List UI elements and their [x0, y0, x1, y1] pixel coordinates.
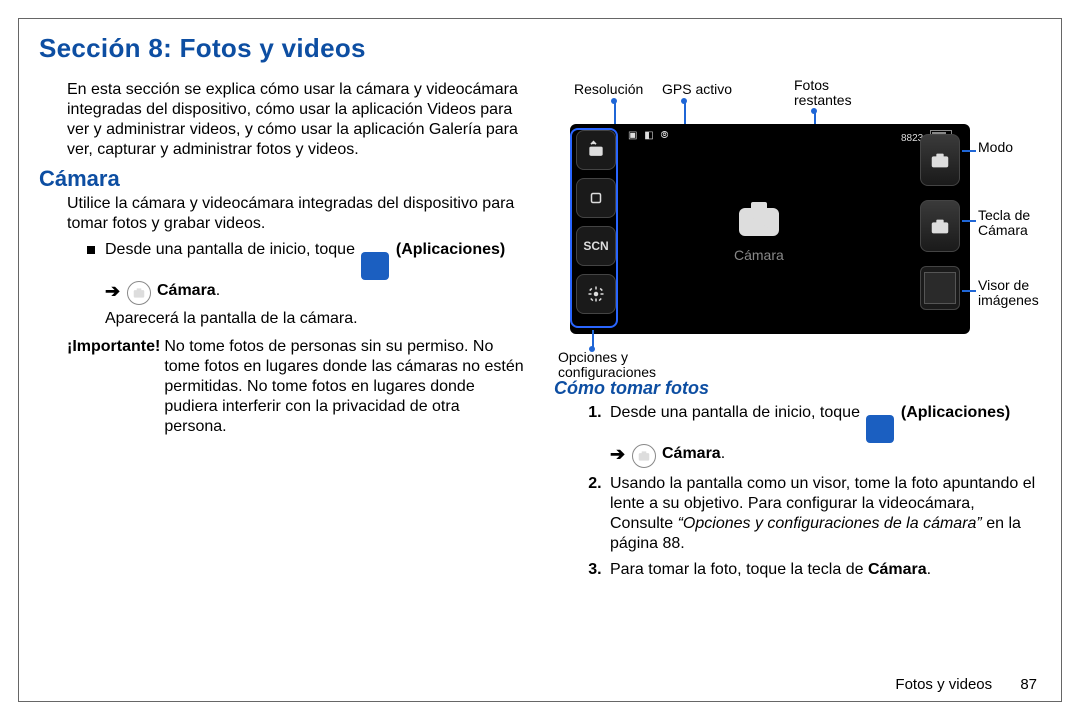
mode-button[interactable]	[920, 134, 960, 186]
leader-tecla	[962, 220, 976, 222]
label-visor: Visor de imágenes	[978, 278, 1048, 309]
leader-dot	[681, 98, 687, 104]
center-camera-icon: Cámara	[734, 198, 784, 263]
leader-dot	[811, 108, 817, 114]
step1-prefix: Desde una pantalla de inicio, toque	[610, 404, 864, 421]
important-block: ¡Importante! No tome fotos de personas s…	[67, 337, 526, 437]
step2-ref: “Opciones y configuraciones de la cámara…	[678, 515, 982, 532]
camera-chip-icon	[632, 444, 656, 468]
important-label: ¡Importante!	[67, 337, 160, 437]
camera-step-text: Desde una pantalla de inicio, toque (Apl…	[105, 240, 505, 329]
label-resolucion: Resolución	[574, 82, 643, 97]
step-3: Para tomar la foto, toque la tecla de Cá…	[606, 560, 1041, 580]
shutter-button[interactable]	[920, 200, 960, 252]
steps-list: Desde una pantalla de inicio, toque (Apl…	[582, 403, 1041, 580]
leader-modo	[962, 150, 976, 152]
step-2: Usando la pantalla como un visor, tome l…	[606, 474, 1041, 554]
gallery-thumbnail-button[interactable]	[920, 266, 960, 310]
apps-icon	[866, 415, 894, 443]
intro-paragraph: En esta sección se explica cómo usar la …	[67, 80, 526, 160]
period: .	[216, 282, 220, 299]
step1-apps: (Aplicaciones)	[901, 404, 1010, 421]
right-column: Resolución GPS activo Fotos restantes ▣ …	[554, 78, 1041, 586]
camera-heading: Cámara	[39, 166, 526, 192]
footer-page-number: 87	[1020, 676, 1037, 693]
label-tecla-camara: Tecla de Cámara	[978, 208, 1042, 239]
label-gps: GPS activo	[662, 82, 732, 97]
period: .	[927, 561, 931, 578]
two-column-layout: En esta sección se explica cómo usar la …	[39, 78, 1041, 586]
step3-b: Cámara	[868, 561, 927, 578]
footer-section: Fotos y videos	[895, 676, 992, 693]
label-modo: Modo	[978, 140, 1013, 155]
step-1: Desde una pantalla de inicio, toque (Apl…	[606, 403, 1041, 468]
important-body: No tome fotos de personas sin su permiso…	[164, 337, 526, 437]
bullet-icon	[87, 246, 95, 254]
apps-label: (Aplicaciones)	[396, 241, 505, 258]
left-column-highlight	[570, 128, 618, 328]
top-indicators: ▣ ◧ ⦾	[628, 130, 670, 141]
label-fotos-restantes: Fotos restantes	[794, 78, 864, 109]
camera-lead: Utilice la cámara y videocámara integrad…	[67, 194, 526, 234]
left-column: En esta sección se explica cómo usar la …	[39, 78, 526, 586]
leader-dot	[611, 98, 617, 104]
step1-cam: Cámara	[662, 445, 721, 462]
leader-visor	[962, 290, 976, 292]
camera-label: Cámara	[157, 282, 216, 299]
camera-chip-icon	[127, 281, 151, 305]
manual-page: Sección 8: Fotos y videos En esta secció…	[18, 18, 1062, 702]
camera-diagram: Resolución GPS activo Fotos restantes ▣ …	[554, 78, 1024, 368]
arrow-icon: ➔	[610, 444, 625, 464]
period: .	[721, 445, 725, 462]
camera-after: Aparecerá la pantalla de la cámara.	[105, 309, 505, 329]
center-camera-label: Cámara	[734, 247, 784, 263]
step-prefix: Desde una pantalla de inicio, toque	[105, 241, 359, 258]
apps-icon	[361, 252, 389, 280]
label-opciones: Opciones y configuraciones	[558, 350, 688, 381]
page-footer: Fotos y videos 87	[895, 676, 1037, 693]
section-title: Sección 8: Fotos y videos	[39, 33, 1041, 64]
howto-heading: Cómo tomar fotos	[554, 378, 1041, 399]
right-button-column	[918, 134, 962, 310]
camera-step: Desde una pantalla de inicio, toque (Apl…	[87, 240, 526, 329]
arrow-icon: ➔	[105, 281, 120, 301]
step3-a: Para tomar la foto, toque la tecla de	[610, 561, 868, 578]
